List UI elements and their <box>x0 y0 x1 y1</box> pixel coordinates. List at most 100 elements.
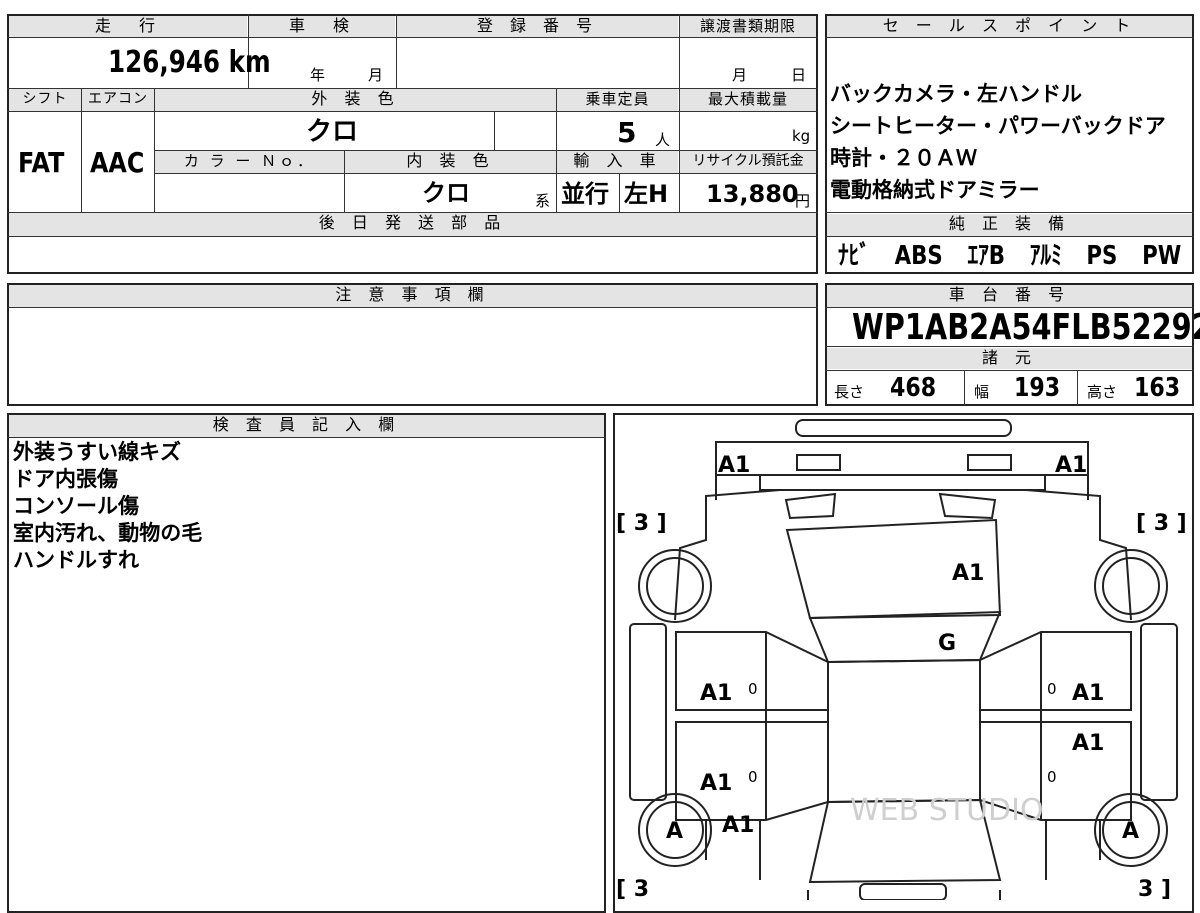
front-left-corner-code: A1 <box>718 453 750 478</box>
car-condition-diagram: WEB STUDIO [ 3 ] [ 3 ] [ 3 3 ] A1 A1 A1 … <box>616 413 1187 900</box>
aircon-label: エアコン <box>88 91 148 107</box>
import-type: 並行 <box>561 180 609 208</box>
max-load-label: 最大積載量 <box>707 90 788 108</box>
import-header: 輸 入 車 <box>557 151 678 173</box>
chassis-number: WP1AB2A54FLB52292 <box>852 307 1200 348</box>
equipment-item: ﾅﾋﾞ <box>838 241 870 271</box>
tire-left-rear: [ 3 <box>616 877 649 900</box>
chassis-header: 車 台 番 号 <box>827 285 1192 307</box>
width-value: 193 <box>1014 373 1061 403</box>
tire-right-front: [ 3 ] <box>1136 511 1187 536</box>
interior-color-value: クロ <box>422 179 470 207</box>
equipment-item: ｱﾙﾐ <box>1029 241 1062 271</box>
inspector-header: 検 査 員 記 入 欄 <box>9 415 604 437</box>
height-label: 高さ <box>1087 383 1118 401</box>
color-no-label: カ ラ ー Ｎｏ． <box>183 152 316 170</box>
recycle-unit: 円 <box>795 192 811 210</box>
length-value: 468 <box>890 373 937 403</box>
inspector-notes: 外装うすい線キズ ドア内張傷 コンソール傷 室内汚れ、動物の毛 ハンドルすれ <box>13 439 202 574</box>
sales-points-title: セ ー ル ス ポ イ ン ト <box>882 16 1137 35</box>
inspection-label: 車 検 <box>288 16 355 35</box>
interior-color-label: 内 装 色 <box>406 151 495 170</box>
left-rear-door-zero: 0 <box>748 768 758 786</box>
shift-value: FAT <box>18 146 65 179</box>
tire-left-front: [ 3 ] <box>616 511 667 536</box>
left-rear-fender-code: A1 <box>722 813 754 838</box>
right-front-door-zero: 0 <box>1047 680 1057 698</box>
inspector-note: コンソール傷 <box>13 494 139 518</box>
later-parts-header: 後 日 発 送 部 品 <box>9 213 816 236</box>
max-load-unit: kg <box>792 127 811 145</box>
inspector-note: 外装うすい線キズ <box>13 440 181 464</box>
transfer-day: 日 <box>791 66 807 84</box>
capacity-unit: 人 <box>655 131 671 149</box>
sales-point-line: シートヒーター・パワーバックドア <box>830 114 1166 138</box>
right-front-door-code: A1 <box>1072 681 1104 706</box>
inspector-note: ハンドルすれ <box>13 548 139 572</box>
length-label: 長さ <box>834 383 865 401</box>
width-label: 幅 <box>974 383 990 401</box>
mileage-value: 126,946 km <box>108 45 271 80</box>
max-load-header: 最大積載量 <box>680 89 816 111</box>
inspector-note: ドア内張傷 <box>13 467 118 491</box>
exterior-color-header: 外 装 色 <box>155 89 556 111</box>
genuine-equipment-header: 純 正 装 備 <box>827 214 1192 236</box>
transfer-label: 譲渡書類期限 <box>699 17 796 35</box>
interior-color-suffix: 系 <box>535 192 551 210</box>
notes-title: 注 意 事 項 欄 <box>335 285 490 304</box>
transfer-header: 譲渡書類期限 <box>680 16 816 37</box>
transfer-month: 月 <box>732 66 748 84</box>
interior-color-header: 内 装 色 <box>345 151 556 173</box>
mileage-header: 走 行 <box>9 16 247 37</box>
shift-label: シフト <box>22 91 68 107</box>
left-rear-door-code: A1 <box>700 771 732 796</box>
left-rear-wheel-code: A <box>666 819 683 844</box>
right-rear-door-code: A1 <box>1072 731 1104 756</box>
watermark: WEB STUDIO <box>850 793 1044 828</box>
notes-header: 注 意 事 項 欄 <box>9 285 816 307</box>
import-label: 輸 入 車 <box>573 151 662 170</box>
sales-point-line: 電動格納式ドアミラー <box>830 178 1040 202</box>
sales-point-line: 時計・２０ＡＷ <box>830 146 977 170</box>
inspection-year: 年 <box>310 66 326 84</box>
exterior-color-label: 外 装 色 <box>311 89 400 108</box>
exterior-color-value: クロ <box>306 117 359 147</box>
tire-right-rear: 3 ] <box>1138 877 1171 900</box>
later-parts-label: 後 日 発 送 部 品 <box>318 213 507 232</box>
genuine-equipment-title: 純 正 装 備 <box>948 214 1071 233</box>
handle-side: 左H <box>624 180 669 208</box>
shift-header: シフト <box>9 89 81 111</box>
left-front-door-code: A1 <box>700 681 732 706</box>
sales-points-header: セ ー ル ス ポ イ ン ト <box>827 16 1192 37</box>
capacity-label: 乗車定員 <box>585 90 650 108</box>
recycle-header: リサイクル預託金 <box>680 151 816 173</box>
capacity-value: 5 <box>617 116 637 149</box>
recycle-label: リサイクル預託金 <box>692 153 804 169</box>
registration-header: 登 録 番 号 <box>397 16 678 37</box>
inspection-header: 車 検 <box>249 16 395 37</box>
equipment-item: ABS <box>894 241 943 271</box>
right-rear-door-zero: 0 <box>1047 768 1057 786</box>
capacity-header: 乗車定員 <box>557 89 678 111</box>
sales-point-line: バックカメラ・左ハンドル <box>830 82 1082 106</box>
equipment-item: PS <box>1086 241 1118 271</box>
inspector-title: 検 査 員 記 入 欄 <box>212 415 401 434</box>
left-front-door-zero: 0 <box>748 680 758 698</box>
sales-points-list: バックカメラ・左ハンドル シートヒーター・パワーバックドア 時計・２０ＡＷ 電動… <box>830 78 1166 206</box>
registration-label: 登 録 番 号 <box>476 16 599 35</box>
windshield-code: G <box>938 631 956 656</box>
specs-header: 諸 元 <box>827 348 1192 369</box>
hood-code: A1 <box>952 561 984 586</box>
specs-title: 諸 元 <box>981 348 1038 367</box>
aircon-value: AAC <box>90 146 145 179</box>
equipment-item: PW <box>1142 241 1182 271</box>
mileage-label: 走 行 <box>94 16 161 35</box>
aircon-header: エアコン <box>82 89 154 111</box>
inspector-note: 室内汚れ、動物の毛 <box>13 521 203 545</box>
right-rear-wheel-code: A <box>1122 819 1139 844</box>
genuine-equipment-list: ﾅﾋﾞ ABS ｴｱB ｱﾙﾐ PS PW <box>838 240 1181 272</box>
chassis-title: 車 台 番 号 <box>948 285 1071 304</box>
inspection-month: 月 <box>368 66 384 84</box>
recycle-value: 13,880 <box>706 180 799 208</box>
height-value: 163 <box>1134 373 1181 403</box>
